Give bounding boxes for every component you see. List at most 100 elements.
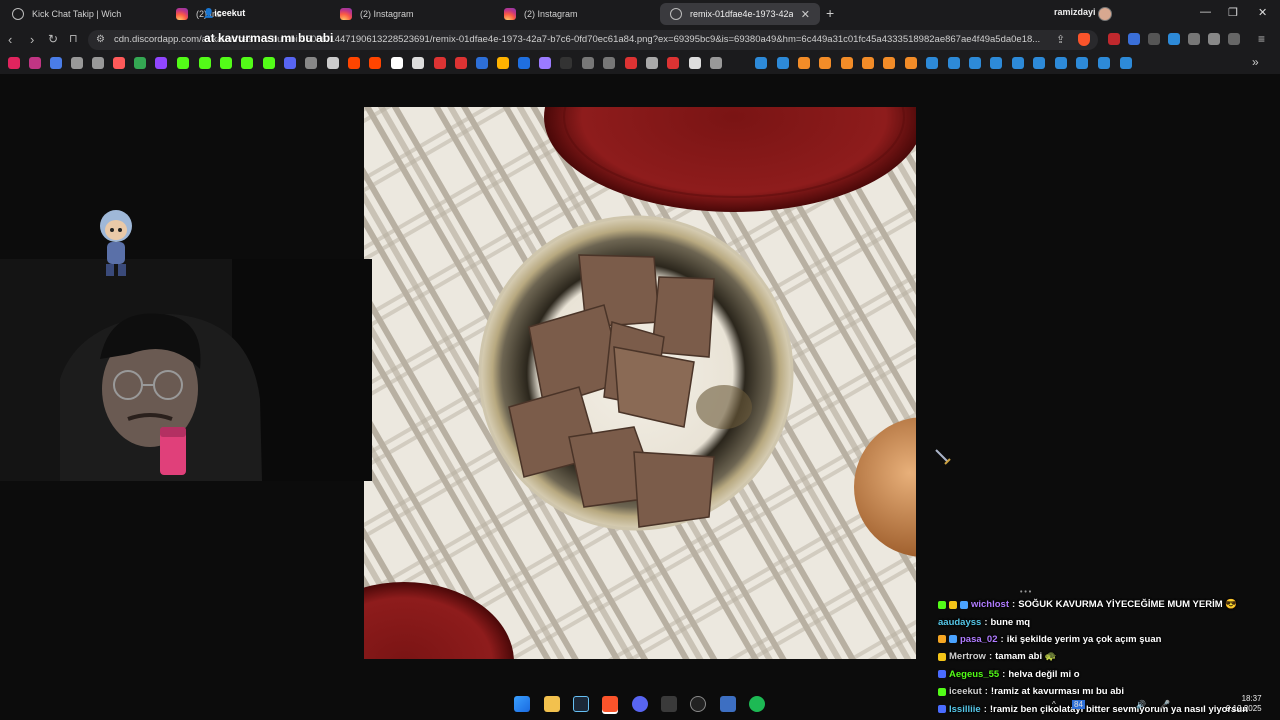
bookmark-favicon-icon[interactable] [667,57,679,69]
new-tab-button[interactable]: + [826,5,834,21]
bookmark-favicon-icon[interactable] [1098,57,1110,69]
bookmark-favicon-icon[interactable] [798,57,810,69]
chat-username[interactable]: wichlost [971,599,1009,610]
bookmark-favicon-icon[interactable] [755,57,767,69]
bookmark-favicon-icon[interactable] [284,57,296,69]
restore-icon[interactable]: ❐ [1228,6,1238,19]
bookmark-favicon-icon[interactable] [518,57,530,69]
extension-icon[interactable] [1148,33,1160,45]
bookmark-favicon-icon[interactable] [155,57,167,69]
reload-icon[interactable]: ↻ [48,32,58,46]
bookmark-favicon-icon[interactable] [948,57,960,69]
sidebar-icon[interactable] [1228,33,1240,45]
file-explorer-icon[interactable] [544,696,560,712]
bookmark-favicon-icon[interactable] [990,57,1002,69]
microphone-icon[interactable]: 🎤 [1160,700,1170,709]
bookmark-favicon-icon[interactable] [391,57,403,69]
obs-icon[interactable] [690,696,706,712]
ublock-icon[interactable] [1108,33,1120,45]
tray-badge[interactable]: 84 [1072,700,1085,709]
app-icon[interactable] [720,696,736,712]
more-bookmarks-icon[interactable]: » [1252,55,1259,69]
brave-taskbar-icon[interactable] [602,696,618,712]
bookmark-favicon-icon[interactable] [50,57,62,69]
extensions-puzzle-icon[interactable] [1208,33,1220,45]
bookmark-favicon-icon[interactable] [305,57,317,69]
bookmark-favicon-icon[interactable] [1033,57,1045,69]
bookmark-favicon-icon[interactable] [1055,57,1067,69]
tab-instagram-1[interactable]: (2) Ins [166,3,326,25]
bookmark-favicon-icon[interactable] [841,57,853,69]
bookmark-favicon-icon[interactable] [263,57,275,69]
app-icon[interactable] [661,696,677,712]
start-icon[interactable] [514,696,530,712]
chat-username[interactable]: pasa_02 [960,634,998,645]
bookmark-favicon-icon[interactable] [710,57,722,69]
bookmark-favicon-icon[interactable] [926,57,938,69]
share-icon[interactable]: ⇪ [1056,33,1065,46]
forward-icon[interactable]: › [30,32,34,47]
volume-icon[interactable]: 🔊 [1136,700,1146,709]
bookmark-favicon-icon[interactable] [1076,57,1088,69]
bookmark-favicon-icon[interactable] [92,57,104,69]
extension-icon[interactable] [1128,33,1140,45]
bookmark-favicon-icon[interactable] [883,57,895,69]
bookmark-favicon-icon[interactable] [455,57,467,69]
bookmark-favicon-icon[interactable] [1012,57,1024,69]
bookmark-favicon-icon[interactable] [29,57,41,69]
tab-kick-chat[interactable]: Kick Chat Takip | Wich [2,3,162,25]
bookmark-favicon-icon[interactable] [369,57,381,69]
bookmark-favicon-icon[interactable] [476,57,488,69]
brave-shields-icon[interactable] [1078,33,1090,46]
bookmark-favicon-icon[interactable] [71,57,83,69]
bookmark-favicon-icon[interactable] [327,57,339,69]
site-settings-icon[interactable]: ⚙ [96,34,105,45]
menu-icon[interactable]: ≡ [1258,32,1265,46]
spotify-icon[interactable] [749,696,765,712]
bookmark-favicon-icon[interactable] [646,57,658,69]
steam-icon[interactable] [573,696,589,712]
bookmark-favicon-icon[interactable] [862,57,874,69]
bookmark-icon[interactable]: ⊓ [69,32,78,45]
back-icon[interactable]: ‹ [8,32,12,47]
avatar[interactable] [1098,7,1112,21]
bookmark-favicon-icon[interactable] [603,57,615,69]
bookmark-favicon-icon[interactable] [348,57,360,69]
extension-icon[interactable] [1188,33,1200,45]
minimize-icon[interactable]: — [1200,6,1211,18]
bookmark-favicon-icon[interactable] [241,57,253,69]
bookmark-favicon-icon[interactable] [8,57,20,69]
chat-username[interactable]: Aegeus_55 [949,669,999,680]
bookmark-favicon-icon[interactable] [582,57,594,69]
bookmark-favicon-icon[interactable] [434,57,446,69]
chat-username[interactable]: Mertrow [949,651,986,662]
bookmark-favicon-icon[interactable] [689,57,701,69]
bookmark-favicon-icon[interactable] [625,57,637,69]
bookmark-favicon-icon[interactable] [220,57,232,69]
bookmark-favicon-icon[interactable] [905,57,917,69]
bookmark-favicon-icon[interactable] [560,57,572,69]
tab-remix-image[interactable]: remix-01dfae4e-1973-42a7-b7c ✕ [660,3,820,25]
discord-icon[interactable] [632,696,648,712]
bookmark-favicon-icon[interactable] [1120,57,1132,69]
bookmark-favicon-icon[interactable] [134,57,146,69]
bookmark-favicon-icon[interactable] [819,57,831,69]
close-tab-icon[interactable]: ✕ [801,8,810,21]
tray-chevron-icon[interactable]: ^ [1052,700,1056,709]
tab-instagram-3[interactable]: (2) Instagram [494,3,654,25]
bookmark-favicon-icon[interactable] [412,57,424,69]
bookmark-favicon-icon[interactable] [177,57,189,69]
bookmark-favicon-icon[interactable] [497,57,509,69]
tab-instagram-2[interactable]: (2) Instagram [330,3,490,25]
profile-name[interactable]: ramizdayi [1054,7,1096,17]
bookmark-favicon-icon[interactable] [777,57,789,69]
system-clock[interactable]: 18:37 9.12.2025 [1226,694,1262,714]
bookmark-favicon-icon[interactable] [539,57,551,69]
bookmark-favicon-icon[interactable] [969,57,981,69]
close-window-icon[interactable]: ✕ [1258,6,1267,19]
extension-icon[interactable] [1168,33,1180,45]
bookmark-favicon-icon[interactable] [113,57,125,69]
tab-title: Kick Chat Takip | Wich [32,9,122,19]
chat-username[interactable]: aaudayss [938,617,981,628]
bookmark-favicon-icon[interactable] [199,57,211,69]
